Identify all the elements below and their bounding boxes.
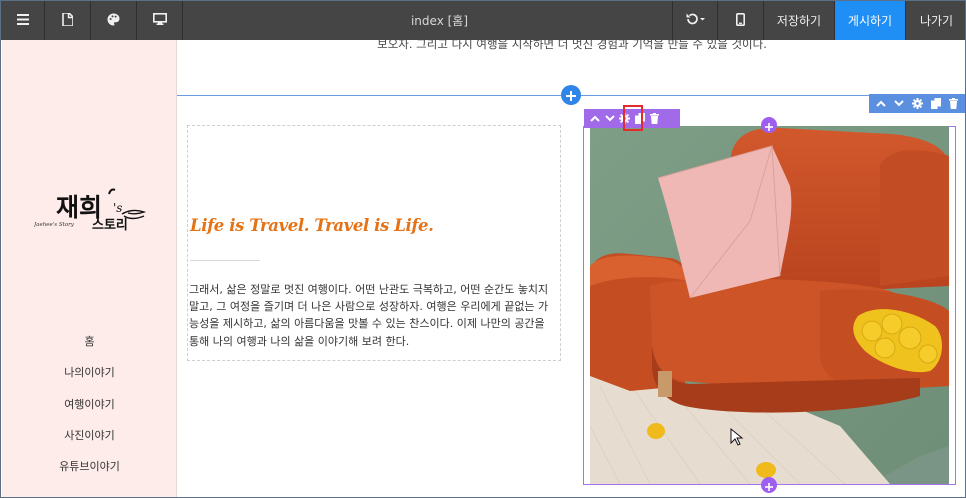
text-element[interactable]: Life is Travel. Travel is Life. 그래서, 삶은 … <box>187 125 561 361</box>
gear-icon[interactable] <box>911 98 923 110</box>
settings-highlight-box <box>623 105 643 131</box>
nav-my-story[interactable]: 나의이야기 <box>2 364 177 380</box>
chevron-down-icon[interactable] <box>604 113 616 125</box>
svg-text:'s: 's <box>113 201 122 215</box>
add-section-button[interactable] <box>561 85 581 105</box>
chevron-down-icon[interactable] <box>893 98 905 110</box>
svg-text:스토리: 스토리 <box>92 217 128 233</box>
nav-home[interactable]: 홈 <box>2 333 177 349</box>
trash-icon[interactable] <box>649 113 661 125</box>
headline: Life is Travel. Travel is Life. <box>190 216 434 235</box>
desktop-view-button[interactable] <box>137 1 183 40</box>
section-toolbar <box>869 94 965 113</box>
palette-icon <box>107 13 120 29</box>
body-line: 능성을 제시하고, 삶의 아름다움을 맛볼 수 있는 찬스이다. 이제 나만의 … <box>189 317 545 331</box>
plus-icon <box>566 86 576 105</box>
site-logo[interactable]: 재희 's 스토리 Jaehee's Story <box>33 186 150 236</box>
body-line: 말고, 그 여정을 즐기며 더 나은 사람으로 성장하자. 여행은 우리에게 끝… <box>189 300 549 314</box>
nav-youtube-story[interactable]: 유튜브이야기 <box>2 458 177 474</box>
chevron-up-icon[interactable] <box>875 98 887 110</box>
page-title: index [홈] <box>410 14 469 28</box>
editor-window: index [홈] 저장하기 게시하기 나가기 재희 's 스토리 Jaehee… <box>0 0 966 498</box>
trash-icon[interactable] <box>948 98 960 110</box>
publish-button[interactable]: 게시하기 <box>835 1 906 40</box>
plus-icon <box>765 116 773 135</box>
menu-icon <box>16 13 29 28</box>
copy-icon[interactable] <box>930 98 942 110</box>
divider <box>190 260 260 261</box>
body-paragraph: 그래서, 삶은 정말로 멋진 여행이다. 어떤 난관도 극복하고, 어떤 순간도… <box>189 281 559 350</box>
undo-icon <box>685 13 705 28</box>
page-icon <box>62 11 74 29</box>
plus-icon <box>765 476 773 495</box>
exit-button[interactable]: 나가기 <box>906 1 965 40</box>
design-button[interactable] <box>91 1 137 40</box>
mobile-icon <box>736 12 746 29</box>
body-line: 통해 나의 여행과 나의 삶을 이야기해 보려 한다. <box>189 334 410 348</box>
page-canvas: 보오자. 그리고 다시 여행을 시작하면 더 멋진 경험과 기억을 만들 수 있… <box>177 37 965 497</box>
chevron-up-icon[interactable] <box>589 113 601 125</box>
save-button[interactable]: 저장하기 <box>764 1 835 40</box>
svg-text:Jaehee's Story: Jaehee's Story <box>34 222 75 228</box>
desktop-icon <box>152 13 167 28</box>
undo-button[interactable] <box>672 1 718 40</box>
nav-photo-story[interactable]: 사진이야기 <box>2 427 177 443</box>
add-element-bottom-button[interactable] <box>761 477 777 493</box>
site-sidebar: 재희 's 스토리 Jaehee's Story 홈 나의이야기 여행이야기 사… <box>2 40 177 497</box>
editor-toolbar: index [홈] 저장하기 게시하기 나가기 <box>1 1 965 40</box>
previous-section-text: 보오자. 그리고 다시 여행을 시작하면 더 멋진 경험과 기억을 만들 수 있… <box>377 37 767 51</box>
nav-travel-story[interactable]: 여행이야기 <box>2 396 177 412</box>
sofa-photo[interactable] <box>589 126 949 485</box>
menu-button[interactable] <box>1 1 45 40</box>
add-element-top-button[interactable] <box>761 117 777 133</box>
mobile-view-button[interactable] <box>718 1 764 40</box>
body-line: 그래서, 삶은 정말로 멋진 여행이다. 어떤 난관도 극복하고, 어떤 순간도… <box>189 283 549 296</box>
page-button[interactable] <box>45 1 91 40</box>
